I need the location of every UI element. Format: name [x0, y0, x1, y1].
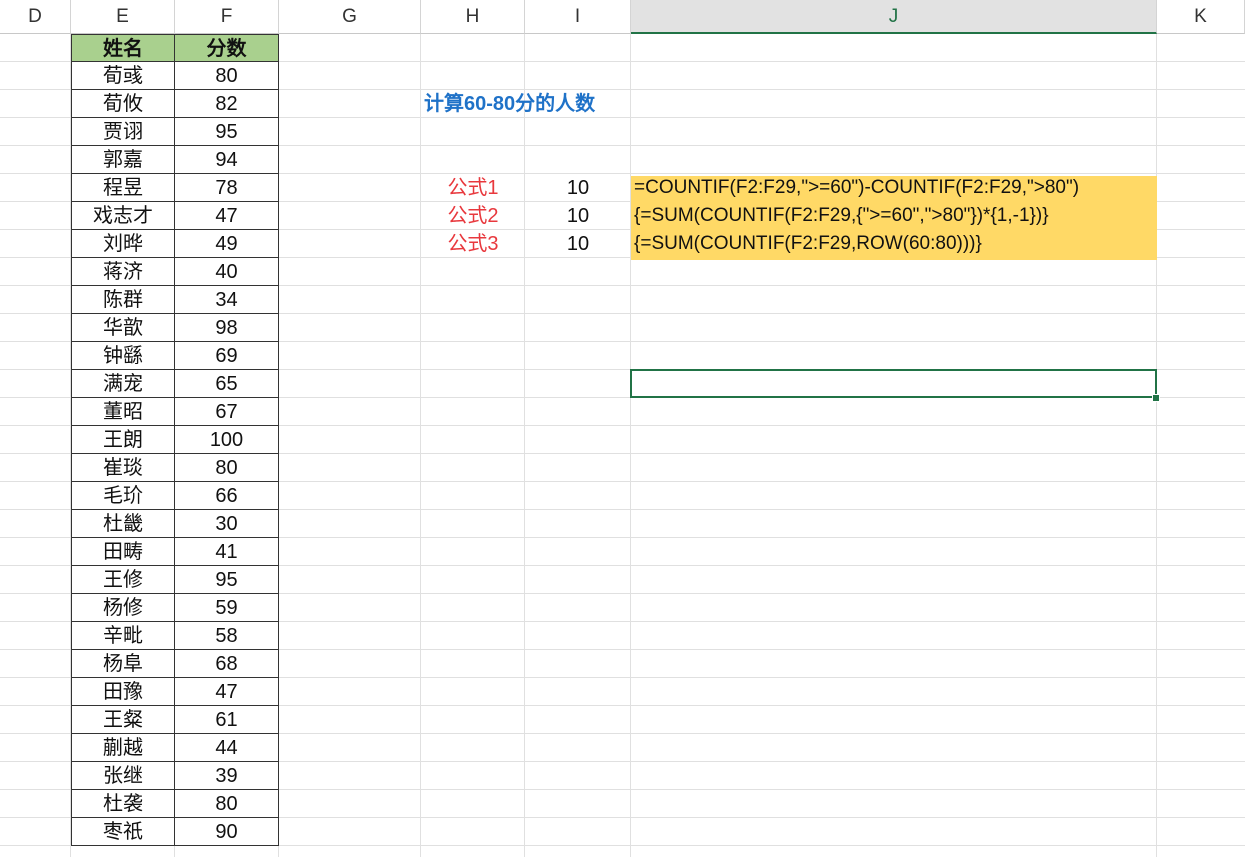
- name-cell[interactable]: 程昱: [71, 174, 175, 202]
- score-cell[interactable]: 34: [175, 286, 279, 314]
- score-cell[interactable]: 41: [175, 538, 279, 566]
- name-cell[interactable]: 王朗: [71, 426, 175, 454]
- column-header-d[interactable]: D: [0, 0, 71, 34]
- score-cell[interactable]: 47: [175, 678, 279, 706]
- name-cell[interactable]: 杜袭: [71, 790, 175, 818]
- table-header-cell[interactable]: 分数: [175, 34, 279, 62]
- name-cell[interactable]: 贾诩: [71, 118, 175, 146]
- name-cell[interactable]: 满宠: [71, 370, 175, 398]
- score-cell[interactable]: 95: [175, 566, 279, 594]
- score-cell[interactable]: 66: [175, 482, 279, 510]
- column-header-g[interactable]: G: [279, 0, 421, 34]
- spreadsheet-grid[interactable]: D E F G H I J K 姓名 分数 荀彧 80 荀攸 82 贾诩 95 郭嘉 94 程昱 78 戏志才 47 刘晔 4…: [0, 0, 1245, 857]
- score-cell[interactable]: 78: [175, 174, 279, 202]
- score-cell[interactable]: 67: [175, 398, 279, 426]
- formula-text[interactable]: =COUNTIF(F2:F29,">=60")-COUNTIF(F2:F29,"…: [634, 174, 1154, 202]
- name-cell[interactable]: 田豫: [71, 678, 175, 706]
- name-cell[interactable]: 杨修: [71, 594, 175, 622]
- name-cell[interactable]: 王修: [71, 566, 175, 594]
- name-cell[interactable]: 辛毗: [71, 622, 175, 650]
- name-cell[interactable]: 郭嘉: [71, 146, 175, 174]
- column-header-f[interactable]: F: [175, 0, 279, 34]
- score-cell[interactable]: 65: [175, 370, 279, 398]
- name-cell[interactable]: 枣祇: [71, 818, 175, 846]
- score-cell[interactable]: 80: [175, 790, 279, 818]
- name-cell[interactable]: 蒋济: [71, 258, 175, 286]
- formula-text[interactable]: {=SUM(COUNTIF(F2:F29,ROW(60:80)))}: [634, 230, 1154, 258]
- column-gridline: [630, 34, 631, 857]
- score-cell[interactable]: 98: [175, 314, 279, 342]
- active-cell-selection[interactable]: [630, 369, 1157, 398]
- name-cell[interactable]: 刘晔: [71, 230, 175, 258]
- formula-result[interactable]: 10: [525, 174, 631, 202]
- column-header-j[interactable]: J: [631, 0, 1157, 34]
- name-cell[interactable]: 毛玠: [71, 482, 175, 510]
- name-cell[interactable]: 杨阜: [71, 650, 175, 678]
- column-gridline: [524, 34, 525, 857]
- score-cell[interactable]: 40: [175, 258, 279, 286]
- column-header-h[interactable]: H: [421, 0, 525, 34]
- score-cell[interactable]: 47: [175, 202, 279, 230]
- formula-result[interactable]: 10: [525, 230, 631, 258]
- fill-handle[interactable]: [1152, 394, 1160, 402]
- name-cell[interactable]: 张继: [71, 762, 175, 790]
- name-cell[interactable]: 陈群: [71, 286, 175, 314]
- name-cell[interactable]: 荀彧: [71, 62, 175, 90]
- name-cell[interactable]: 杜畿: [71, 510, 175, 538]
- formula-label[interactable]: 公式2: [421, 202, 525, 230]
- calculation-title[interactable]: 计算60-80分的人数: [424, 90, 684, 118]
- name-cell[interactable]: 戏志才: [71, 202, 175, 230]
- score-cell[interactable]: 59: [175, 594, 279, 622]
- score-cell[interactable]: 95: [175, 118, 279, 146]
- column-gridline: [420, 34, 421, 857]
- column-header-i[interactable]: I: [525, 0, 631, 34]
- name-cell[interactable]: 崔琰: [71, 454, 175, 482]
- score-cell[interactable]: 69: [175, 342, 279, 370]
- table-header-cell[interactable]: 姓名: [71, 34, 175, 62]
- name-cell[interactable]: 蒯越: [71, 734, 175, 762]
- formula-result[interactable]: 10: [525, 202, 631, 230]
- score-cell[interactable]: 58: [175, 622, 279, 650]
- score-cell[interactable]: 68: [175, 650, 279, 678]
- score-cell[interactable]: 100: [175, 426, 279, 454]
- name-cell[interactable]: 董昭: [71, 398, 175, 426]
- score-cell[interactable]: 44: [175, 734, 279, 762]
- score-cell[interactable]: 82: [175, 90, 279, 118]
- formula-text[interactable]: {=SUM(COUNTIF(F2:F29,{">=60",">80"})*{1,…: [634, 202, 1154, 230]
- score-cell[interactable]: 80: [175, 454, 279, 482]
- column-header-e[interactable]: E: [71, 0, 175, 34]
- score-cell[interactable]: 80: [175, 62, 279, 90]
- score-cell[interactable]: 90: [175, 818, 279, 846]
- name-cell[interactable]: 王粲: [71, 706, 175, 734]
- column-gridline: [1156, 34, 1157, 857]
- formula-label[interactable]: 公式3: [421, 230, 525, 258]
- score-cell[interactable]: 39: [175, 762, 279, 790]
- formula-label[interactable]: 公式1: [421, 174, 525, 202]
- name-cell[interactable]: 田畴: [71, 538, 175, 566]
- score-cell[interactable]: 49: [175, 230, 279, 258]
- score-cell[interactable]: 94: [175, 146, 279, 174]
- name-cell[interactable]: 钟繇: [71, 342, 175, 370]
- name-cell[interactable]: 华歆: [71, 314, 175, 342]
- score-cell[interactable]: 61: [175, 706, 279, 734]
- score-cell[interactable]: 30: [175, 510, 279, 538]
- column-header-k[interactable]: K: [1157, 0, 1245, 34]
- name-cell[interactable]: 荀攸: [71, 90, 175, 118]
